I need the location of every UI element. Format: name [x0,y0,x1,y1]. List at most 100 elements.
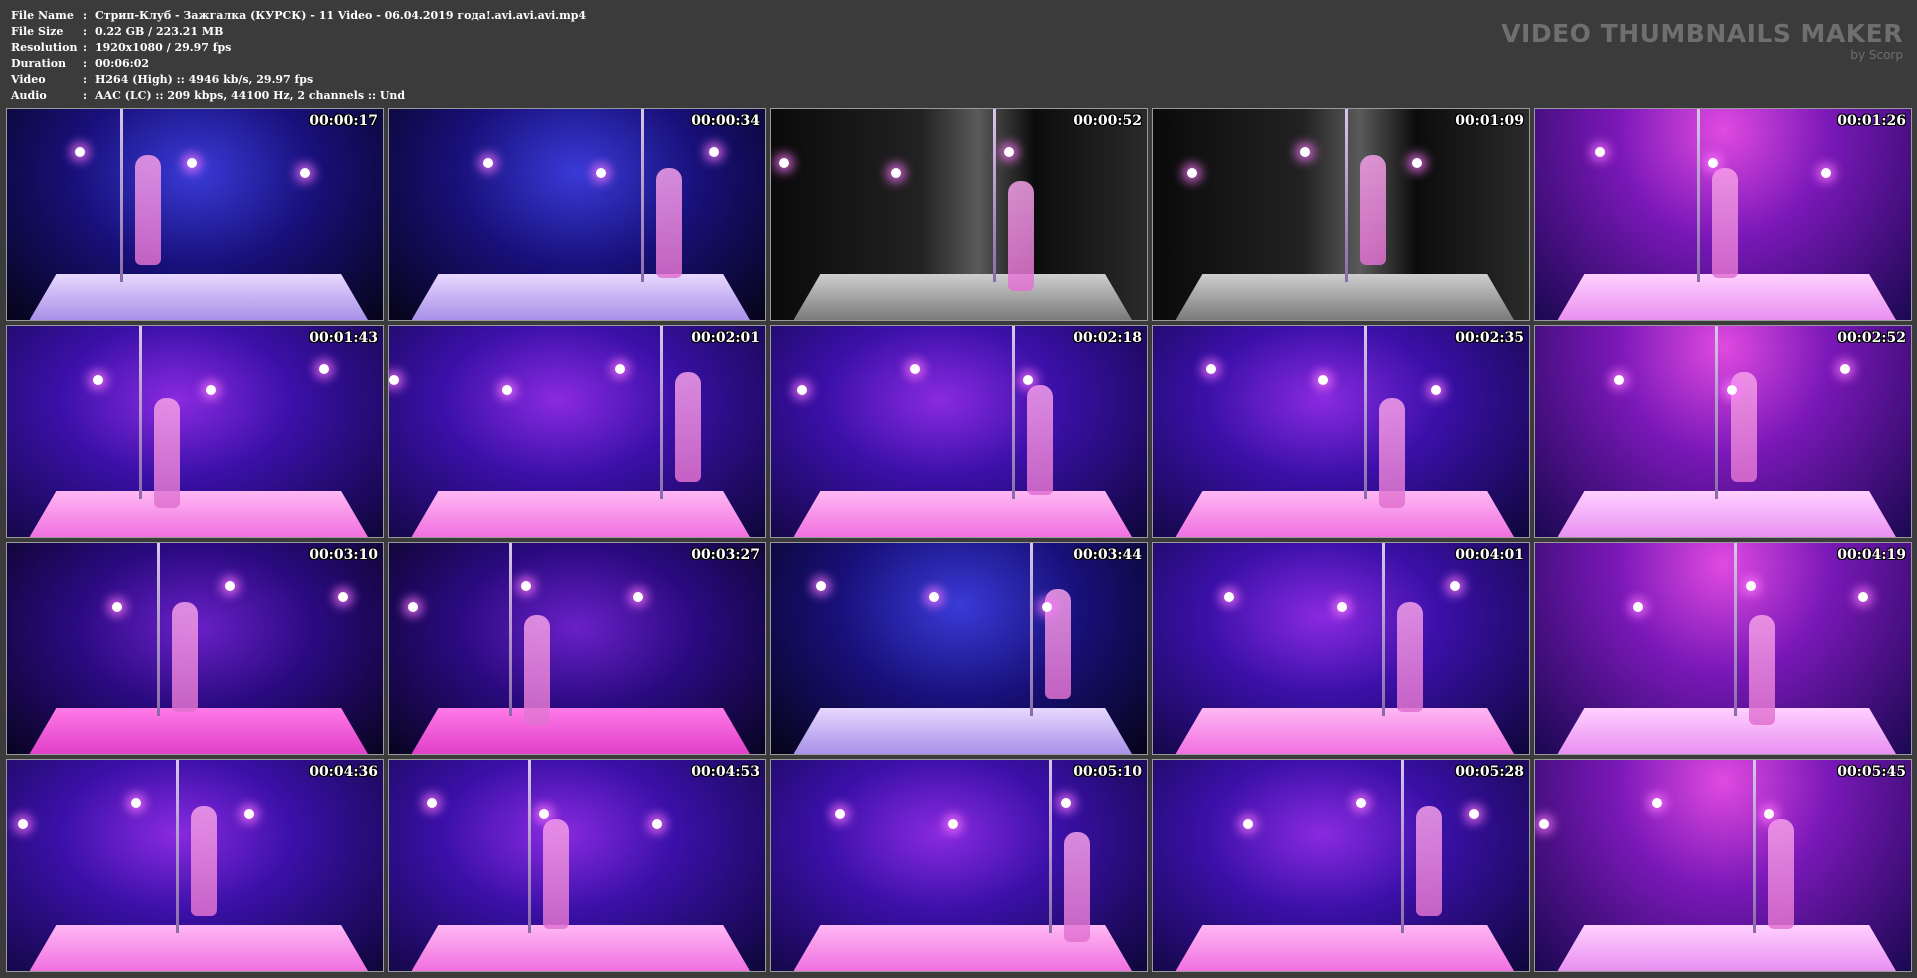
info-row: Video: H264 (High) :: 4946 kb/s, 29.97 fp… [11,72,586,88]
stage-light-shape [614,363,625,374]
stage-light-shape [319,363,330,374]
figure-shape [1007,180,1034,291]
figure-shape [153,397,180,508]
stage-light-shape [1224,591,1235,602]
figure-shape [1768,819,1795,930]
timestamp-label: 00:05:45 [1837,764,1906,780]
stage-light-shape [1613,374,1624,385]
info-value: AAC (LC) :: 209 kbps, 44100 Hz, 2 channe… [95,89,406,102]
stage-light-shape [539,808,550,819]
stage-shape [1175,490,1514,537]
timestamp-label: 00:04:53 [691,764,760,780]
stage-light-shape [928,591,939,602]
stage-light-shape [834,808,845,819]
video-thumbnail: 00:00:52 [770,108,1148,321]
info-value: Стрип-Клуб - Зажгалка (КУРСК) - 11 Video… [95,9,587,22]
video-thumbnail: 00:04:53 [388,759,766,972]
stage-shape [1557,924,1896,971]
stage-shape [1557,707,1896,754]
info-label: File Size [11,25,64,38]
video-thumbnail: 00:04:36 [6,759,384,972]
timestamp-label: 00:02:52 [1837,330,1906,346]
info-separator: : [83,9,88,22]
timestamp-label: 00:05:28 [1455,764,1524,780]
thumbnail-grid: 00:00:17 00:00:34 00:00:52 00:01:09 00:01:26… [6,108,1912,972]
stage-light-shape [243,808,254,819]
stage-light-shape [407,602,418,613]
pole-shape [992,109,996,283]
info-value: H264 (High) :: 4946 kb/s, 29.97 fps [95,73,314,86]
stage-light-shape [1022,374,1033,385]
stage-light-shape [1205,363,1216,374]
stage-light-shape [595,168,606,179]
info-row: File Size:0.22 GB / 223.21 MB [11,24,586,40]
info-label: Audio [11,89,47,102]
stage-light-shape [778,157,789,168]
file-info-panel: File Name: Стрип-Клуб - Зажгалка (КУРСК) … [11,8,586,104]
pole-shape [1363,326,1367,500]
info-row: Resolution:1920x1080 / 29.97 fps [11,40,586,56]
video-thumbnail: 00:01:43 [6,325,384,538]
stage-light-shape [74,146,85,157]
stage-light-shape [1041,602,1052,613]
video-thumbnail: 00:02:18 [770,325,1148,538]
video-thumbnail: 00:04:01 [1152,542,1530,755]
figure-shape [172,602,199,713]
stage-shape [411,273,750,320]
video-thumbnail: 00:00:34 [388,108,766,321]
figure-shape [191,806,218,917]
pole-shape [1715,326,1719,500]
brand-title: VIDEO THUMBNAILS MAKER [1501,19,1903,48]
video-thumbnail: 00:03:44 [770,542,1148,755]
video-thumbnail: 00:01:09 [1152,108,1530,321]
stage-light-shape [1726,385,1737,396]
video-thumbnail: 00:02:01 [388,325,766,538]
stage-light-shape [1820,168,1831,179]
timestamp-label: 00:02:18 [1073,330,1142,346]
info-row: Duration:00:06:02 [11,56,586,72]
info-label: Duration [11,57,67,70]
timestamp-label: 00:04:01 [1455,547,1524,563]
timestamp-label: 00:01:26 [1837,113,1906,129]
figure-shape [524,614,551,725]
info-separator: : [83,57,88,70]
stage-light-shape [483,157,493,168]
timestamp-label: 00:03:10 [309,547,378,563]
info-row: Audio: AAC (LC) :: 209 kbps, 44100 Hz, 2 … [11,88,586,104]
timestamp-label: 00:04:36 [309,764,378,780]
stage-light-shape [501,385,512,396]
stage-light-shape [1318,374,1329,385]
stage-light-shape [1450,580,1461,591]
stage-light-shape [520,580,531,591]
stage-light-shape [1745,580,1756,591]
brand-watermark: VIDEO THUMBNAILS MAKER by Scorp [1501,19,1903,63]
pole-shape [1734,543,1738,717]
video-thumbnail: 00:02:35 [1152,325,1530,538]
stage-light-shape [1707,157,1718,168]
pole-shape [1344,109,1348,283]
pole-shape [1049,760,1053,934]
figure-shape [134,155,161,266]
stage-light-shape [389,374,399,385]
stage-shape [29,707,368,754]
figure-shape [1026,385,1053,496]
stage-light-shape [947,819,958,830]
pole-shape [1011,326,1015,500]
stage-light-shape [708,146,719,157]
info-value: 0.22 GB / 223.21 MB [95,25,224,38]
figure-shape [1378,397,1405,508]
pole-shape [640,109,644,283]
stage-light-shape [1651,797,1662,808]
video-thumbnail: 00:05:28 [1152,759,1530,972]
info-separator: : [83,73,88,86]
info-row: File Name: Стрип-Клуб - Зажгалка (КУРСК) … [11,8,586,24]
video-thumbnail: 00:04:19 [1534,542,1912,755]
video-thumbnail: 00:05:45 [1534,759,1912,972]
pole-shape [157,543,161,717]
timestamp-label: 00:01:09 [1455,113,1524,129]
info-separator: : [83,25,88,38]
figure-shape [1064,831,1091,942]
pole-shape [1696,109,1700,283]
stage-light-shape [93,374,104,385]
timestamp-label: 00:02:35 [1455,330,1524,346]
